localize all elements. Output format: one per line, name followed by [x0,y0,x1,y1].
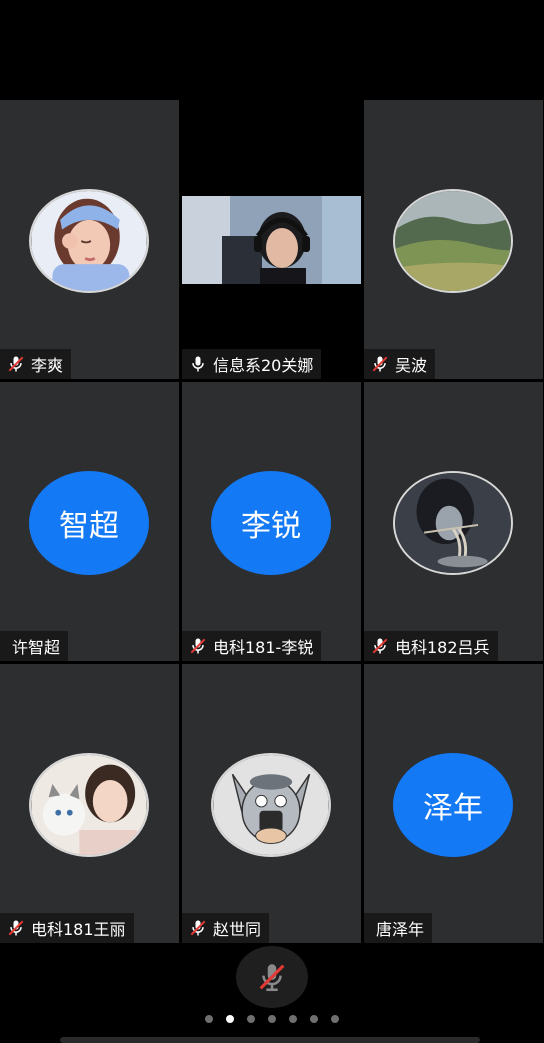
participant-name: 电科181王丽 [31,920,126,939]
participant-label: 信息系20关娜 [182,349,322,379]
camera-video-feed [182,196,361,284]
participant-tile[interactable]: 泽年 唐泽年 [364,664,543,943]
participant-name: 信息系20关娜 [213,356,314,375]
participant-label: 李爽 [0,349,72,379]
participant-tile[interactable]: 李锐 电科181-李锐 [182,382,361,661]
participant-grid: 李爽 信息系20关娜 吴波 智超 许智超 李锐 电科181-李锐 电科182吕兵… [0,100,544,943]
mic-muted-icon [190,638,206,654]
participant-tile[interactable]: 电科181王丽 [0,664,179,943]
initials-avatar: 泽年 [393,753,513,857]
initials-avatar: 智超 [29,471,149,575]
participant-name: 赵世同 [213,920,262,939]
page-indicator [0,1015,544,1023]
participant-label: 许智超 [0,631,69,661]
anime-eating-noodles-avatar [393,471,513,575]
participant-tile[interactable]: 电科182吕兵 [364,382,543,661]
mic-muted-icon [259,964,285,992]
participant-tile[interactable]: 智超 许智超 [0,382,179,661]
mic-muted-icon [190,920,206,936]
page-dot[interactable] [247,1015,255,1023]
page-dot[interactable] [310,1015,318,1023]
mic-muted-icon [372,356,388,372]
mic-muted-icon [372,638,388,654]
mic-muted-icon [8,920,24,936]
mic-icon [192,356,204,372]
page-dot[interactable] [331,1015,339,1023]
mic-muted-icon [8,356,24,372]
participant-tile[interactable]: 李爽 [0,100,179,379]
participant-label: 吴波 [364,349,436,379]
participant-name: 许智超 [12,638,61,657]
system-nav-bar [60,1037,480,1043]
page-dot[interactable] [205,1015,213,1023]
landscape-hill-avatar [393,189,513,293]
page-dot[interactable] [289,1015,297,1023]
initials-avatar: 李锐 [211,471,331,575]
participant-name: 电科181-李锐 [213,638,314,657]
girl-with-cat-avatar [29,753,149,857]
participant-tile[interactable]: 信息系20关娜 [182,100,361,379]
cartoon-girl-avatar [29,189,149,293]
participant-label: 电科181-李锐 [182,631,322,661]
participant-label: 电科182吕兵 [364,631,498,661]
participant-name: 电科182吕兵 [395,638,490,657]
participant-name: 吴波 [395,356,428,375]
participant-tile[interactable]: 吴波 [364,100,543,379]
cartoon-cat-avatar [211,753,331,857]
page-dot[interactable] [268,1015,276,1023]
participant-name: 唐泽年 [376,920,425,939]
participant-label: 赵世同 [182,913,270,943]
participant-tile[interactable]: 赵世同 [182,664,361,943]
page-dot-active[interactable] [226,1015,234,1023]
participant-label: 电科181王丽 [0,913,134,943]
participant-name: 李爽 [31,356,64,375]
mic-toggle-button[interactable] [236,946,308,1008]
participant-label: 唐泽年 [364,913,433,943]
